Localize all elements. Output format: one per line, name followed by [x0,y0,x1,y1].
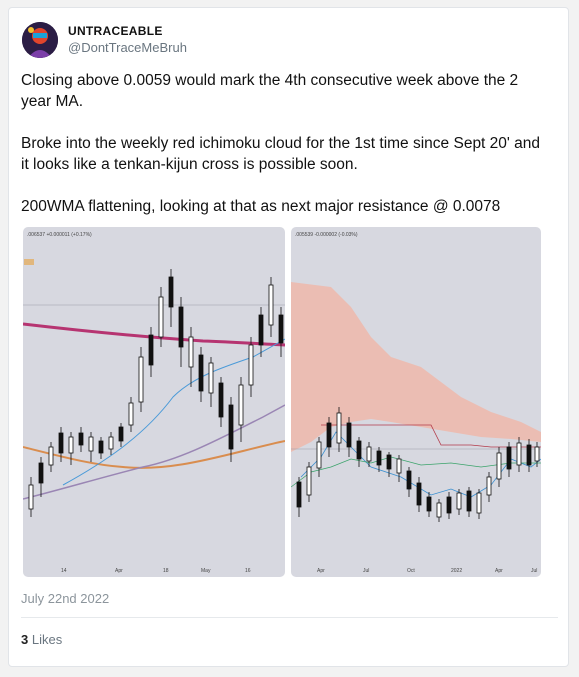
x-axis-label: Oct [407,568,415,574]
chart-header: .005539 -0.000002 (-0.03%) [295,232,358,238]
chart-header: .006537 +0.000011 (+0.17%) [27,232,92,238]
tweet-media: .006537 +0.000011 (+0.17%) 14 Apr 18 May… [23,227,541,577]
chart-image-left-graphic: .006537 +0.000011 (+0.17%) 14 Apr 18 May… [23,227,285,577]
divider [21,617,558,618]
author-handle[interactable]: @DontTraceMeBruh [68,40,187,55]
avatar-image [22,22,58,58]
chart-image-right[interactable]: .005539 -0.000002 (-0.03%) Apr Jul Oct 2… [291,227,541,577]
x-axis-label: 2022 [451,568,462,574]
tweet-paragraph: 200WMA flattening, looking at that as ne… [21,198,501,215]
avatar[interactable] [22,22,58,58]
x-axis-label: Apr [115,568,123,574]
x-axis-label: 14 [61,568,67,574]
likes-count[interactable]: 3 Likes [21,632,62,647]
x-axis-label: 16 [245,568,251,574]
tweet-text: Closing above 0.0059 would mark the 4th … [21,70,551,238]
x-axis-label: Jul [531,568,537,574]
x-axis-label: Apr [317,568,325,574]
likes-label: Likes [31,632,63,647]
x-axis-label: May [201,568,211,574]
x-axis-label: Jul [363,568,369,574]
tweet-paragraph: Broke into the weekly red ichimoku cloud… [21,135,541,173]
x-axis-label: 18 [163,568,169,574]
author-name[interactable]: UNTRACEABLE [68,24,163,38]
chart-image-right-graphic: .005539 -0.000002 (-0.03%) Apr Jul Oct 2… [291,227,541,577]
x-axis-label: Apr [495,568,503,574]
chart-image-left[interactable]: .006537 +0.000011 (+0.17%) 14 Apr 18 May… [23,227,285,577]
likes-number: 3 [21,632,29,647]
tweet-date[interactable]: July 22nd 2022 [21,591,109,606]
tweet-paragraph: Closing above 0.0059 would mark the 4th … [21,72,519,110]
